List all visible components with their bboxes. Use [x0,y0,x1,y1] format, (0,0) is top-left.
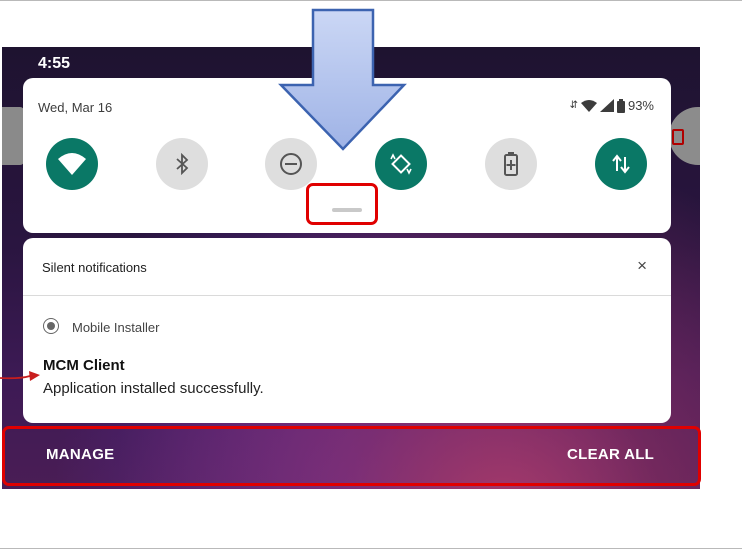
bluetooth-tile[interactable] [156,138,208,190]
pointer-arrow-annotation [0,371,40,381]
notification-card[interactable]: Silent notifications × Mobile Installer … [23,238,671,423]
down-arrow-annotation [278,8,407,151]
handle-highlight-annotation [306,183,378,225]
background-widget-left [2,107,24,165]
app-name: Mobile Installer [72,320,160,335]
battery-saver-tile[interactable] [485,138,537,190]
do-not-disturb-icon [280,153,302,175]
data-activity-icon: ⇵ [569,100,578,111]
status-icons: ⇵ 93% [570,98,654,113]
mobile-data-tile[interactable] [595,138,647,190]
close-icon[interactable]: × [637,257,647,275]
top-border [0,0,742,1]
clear-all-button[interactable]: CLEAR ALL [567,446,654,463]
cell-signal-icon [599,99,614,112]
wifi-icon [58,153,86,175]
notification-text: Application installed successfully. [43,380,264,397]
section-title: Silent notifications [42,260,147,275]
battery-icon [616,98,625,113]
notification-title: MCM Client [43,357,125,374]
divider [23,295,671,296]
battery-percent: 93% [627,98,654,113]
mobile-data-icon [612,154,630,174]
wifi-signal-icon [580,99,597,112]
status-bar-time: 4:55 [38,55,71,72]
battery-saver-icon [504,152,518,176]
date-label: Wed, Mar 16 [38,100,113,115]
bluetooth-icon [176,153,189,175]
wifi-tile[interactable] [46,138,98,190]
bottom-border [0,548,742,549]
manage-button[interactable]: MANAGE [46,446,114,463]
installer-icon [43,318,59,334]
auto-rotate-icon [390,153,412,175]
background-widget-right [669,107,700,165]
